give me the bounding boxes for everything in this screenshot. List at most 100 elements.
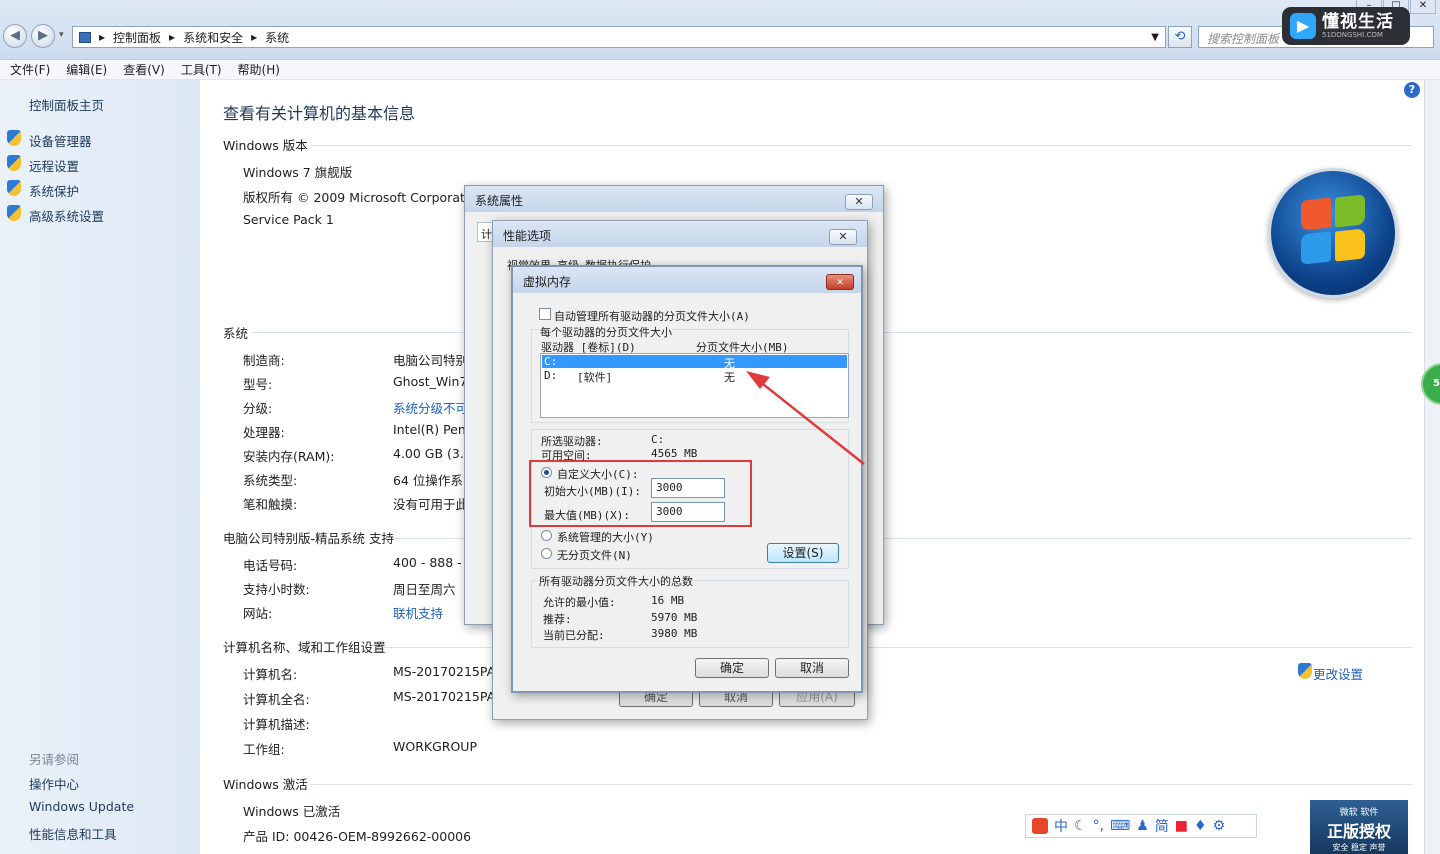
system-managed-radio[interactable]: [541, 530, 552, 541]
close-button[interactable]: ✕: [829, 229, 857, 245]
menu-file[interactable]: 文件(F): [10, 61, 50, 78]
history-dropdown-icon[interactable]: ▾: [59, 30, 64, 40]
uac-shield-icon: [1298, 663, 1312, 679]
info-label: 电话号码:: [243, 558, 298, 573]
per-drive-title: 每个驱动器的分页文件大小: [540, 324, 672, 340]
uac-shield-icon: [7, 180, 21, 196]
control-panel-home-link[interactable]: 控制面板主页: [29, 95, 104, 114]
drive-label: [软件]: [577, 371, 613, 384]
address-dropdown-icon[interactable]: ▼: [1151, 32, 1159, 43]
refresh-icon[interactable]: ⟲: [1168, 26, 1192, 48]
sidebar-item-remote-settings[interactable]: 远程设置: [29, 156, 79, 175]
watermark-logo: ▶ 懂视生活 51DONGSHI.COM: [1282, 7, 1410, 45]
address-field[interactable]: ▸ 控制面板 ▸ 系统和安全 ▸ 系统 ▼: [72, 26, 1166, 48]
free-space-value: 4565 MB: [651, 447, 698, 460]
info-value: 4.00 GB (3.8: [393, 446, 472, 461]
help-icon[interactable]: ?: [1404, 82, 1420, 98]
info-value: 64 位操作系: [393, 473, 463, 488]
info-value: Ghost_Win7: [393, 374, 468, 389]
allocated-value: 3980 MB: [651, 627, 698, 640]
drive-size: 无: [724, 371, 735, 384]
info-label: 系统类型:: [243, 473, 298, 488]
ime-simplified-mode[interactable]: 简: [1155, 816, 1169, 836]
cancel-button[interactable]: 取消: [775, 658, 849, 678]
forward-button[interactable]: ▶: [31, 24, 55, 48]
rating-link[interactable]: 系统分级不可: [393, 398, 468, 417]
menu-edit[interactable]: 编辑(E): [66, 61, 107, 78]
see-also-windows-update[interactable]: Windows Update: [29, 799, 134, 814]
menu-view[interactable]: 查看(V): [123, 61, 165, 78]
see-also-action-center[interactable]: 操作中心: [29, 774, 79, 793]
drive-letter: D:: [544, 369, 558, 382]
selected-drive-value: C:: [651, 433, 665, 446]
edition-name: Windows 7 旗舰版: [243, 165, 353, 180]
ime-logo-icon[interactable]: [1032, 818, 1048, 834]
keyboard-icon[interactable]: ⌨: [1110, 818, 1130, 834]
info-value: 周日至周六: [393, 582, 456, 597]
auto-manage-label[interactable]: 自动管理所有驱动器的分页文件大小(A): [554, 308, 750, 324]
breadcrumb-separator-icon[interactable]: ▸: [251, 30, 257, 44]
info-label: 笔和触摸:: [243, 497, 298, 512]
sidebar-item-advanced-settings[interactable]: 高级系统设置: [29, 206, 104, 225]
menu-tools[interactable]: 工具(T): [181, 61, 222, 78]
dialog-title: 系统属性: [465, 186, 883, 212]
left-pane: 控制面板主页 设备管理器 远程设置 系统保护 高级系统设置 另请参阅 操作中心 …: [0, 80, 200, 854]
no-paging-radio[interactable]: [541, 548, 552, 559]
ok-button[interactable]: 确定: [695, 658, 769, 678]
close-button[interactable]: ✕: [1410, 0, 1436, 14]
info-label: 工作组:: [243, 742, 285, 757]
support-header: 电脑公司特别版-精品系统 支持: [223, 531, 394, 546]
info-value: 400 - 888 - 8: [393, 555, 474, 570]
punctuation-icon[interactable]: °,: [1093, 818, 1104, 834]
edition-header: Windows 版本: [223, 138, 308, 153]
dialog-title: 虚拟内存: [513, 267, 861, 293]
set-button[interactable]: 设置(S): [767, 543, 839, 563]
breadcrumb-separator-icon[interactable]: ▸: [169, 30, 175, 44]
uac-shield-icon: [7, 205, 21, 221]
close-button[interactable]: ✕: [845, 194, 873, 210]
no-paging-label[interactable]: 无分页文件(N): [557, 547, 632, 563]
watermark-brand: 懂视生活: [1322, 12, 1394, 32]
breadcrumb-item[interactable]: 系统和安全: [183, 29, 243, 46]
section-divider: [310, 784, 1412, 785]
system-managed-label[interactable]: 系统管理的大小(Y): [557, 529, 654, 545]
service-pack: Service Pack 1: [243, 212, 334, 227]
recommended-label: 推荐:: [543, 613, 572, 626]
skin-icon[interactable]: ♦: [1194, 818, 1207, 834]
breadcrumb-item[interactable]: 控制面板: [113, 29, 161, 46]
camera-icon[interactable]: ■: [1175, 818, 1188, 834]
info-label: 计算机名:: [243, 667, 298, 682]
info-label: 计算机描述:: [243, 717, 310, 732]
menu-help[interactable]: 帮助(H): [238, 61, 280, 78]
badge-line1: 微软 软件: [1339, 808, 1379, 818]
info-value: Intel(R) Pent: [393, 422, 471, 437]
change-settings-link[interactable]: 更改设置: [1313, 664, 1363, 683]
see-also-title: 另请参阅: [29, 752, 80, 767]
ime-chinese-mode[interactable]: 中: [1054, 816, 1068, 836]
sidebar-item-device-manager[interactable]: 设备管理器: [29, 131, 92, 150]
see-also-performance-tools[interactable]: 性能信息和工具: [29, 824, 117, 843]
info-value: 电脑公司特别: [393, 353, 469, 368]
windows-logo-icon: [1268, 168, 1398, 298]
user-icon[interactable]: ♟: [1136, 818, 1149, 834]
breadcrumb-separator-icon[interactable]: ▸: [99, 30, 105, 44]
info-value: MS-20170215PAA: [393, 689, 505, 704]
play-logo-icon: ▶: [1290, 13, 1316, 39]
moon-icon[interactable]: ☾: [1074, 818, 1087, 834]
info-label: 计算机全名:: [243, 692, 310, 707]
settings-gear-icon[interactable]: ⚙: [1213, 818, 1226, 834]
breadcrumb-item[interactable]: 系统: [265, 29, 289, 46]
control-panel-icon: [79, 31, 91, 43]
close-button[interactable]: ✕: [826, 274, 854, 290]
menu-bar: 文件(F) 编辑(E) 查看(V) 工具(T) 帮助(H): [0, 60, 1440, 80]
back-button[interactable]: ◀: [3, 24, 27, 48]
uac-shield-icon: [7, 130, 21, 146]
sidebar-item-system-protection[interactable]: 系统保护: [29, 181, 79, 200]
info-label: 支持小时数:: [243, 582, 310, 597]
info-label: 网站:: [243, 606, 273, 621]
annotation-highlight-box: [529, 460, 752, 527]
auto-manage-checkbox[interactable]: [539, 308, 551, 320]
online-support-link[interactable]: 联机支持: [393, 603, 443, 622]
vertical-scrollbar[interactable]: [1424, 80, 1440, 854]
drive-letter: C:: [544, 355, 558, 368]
